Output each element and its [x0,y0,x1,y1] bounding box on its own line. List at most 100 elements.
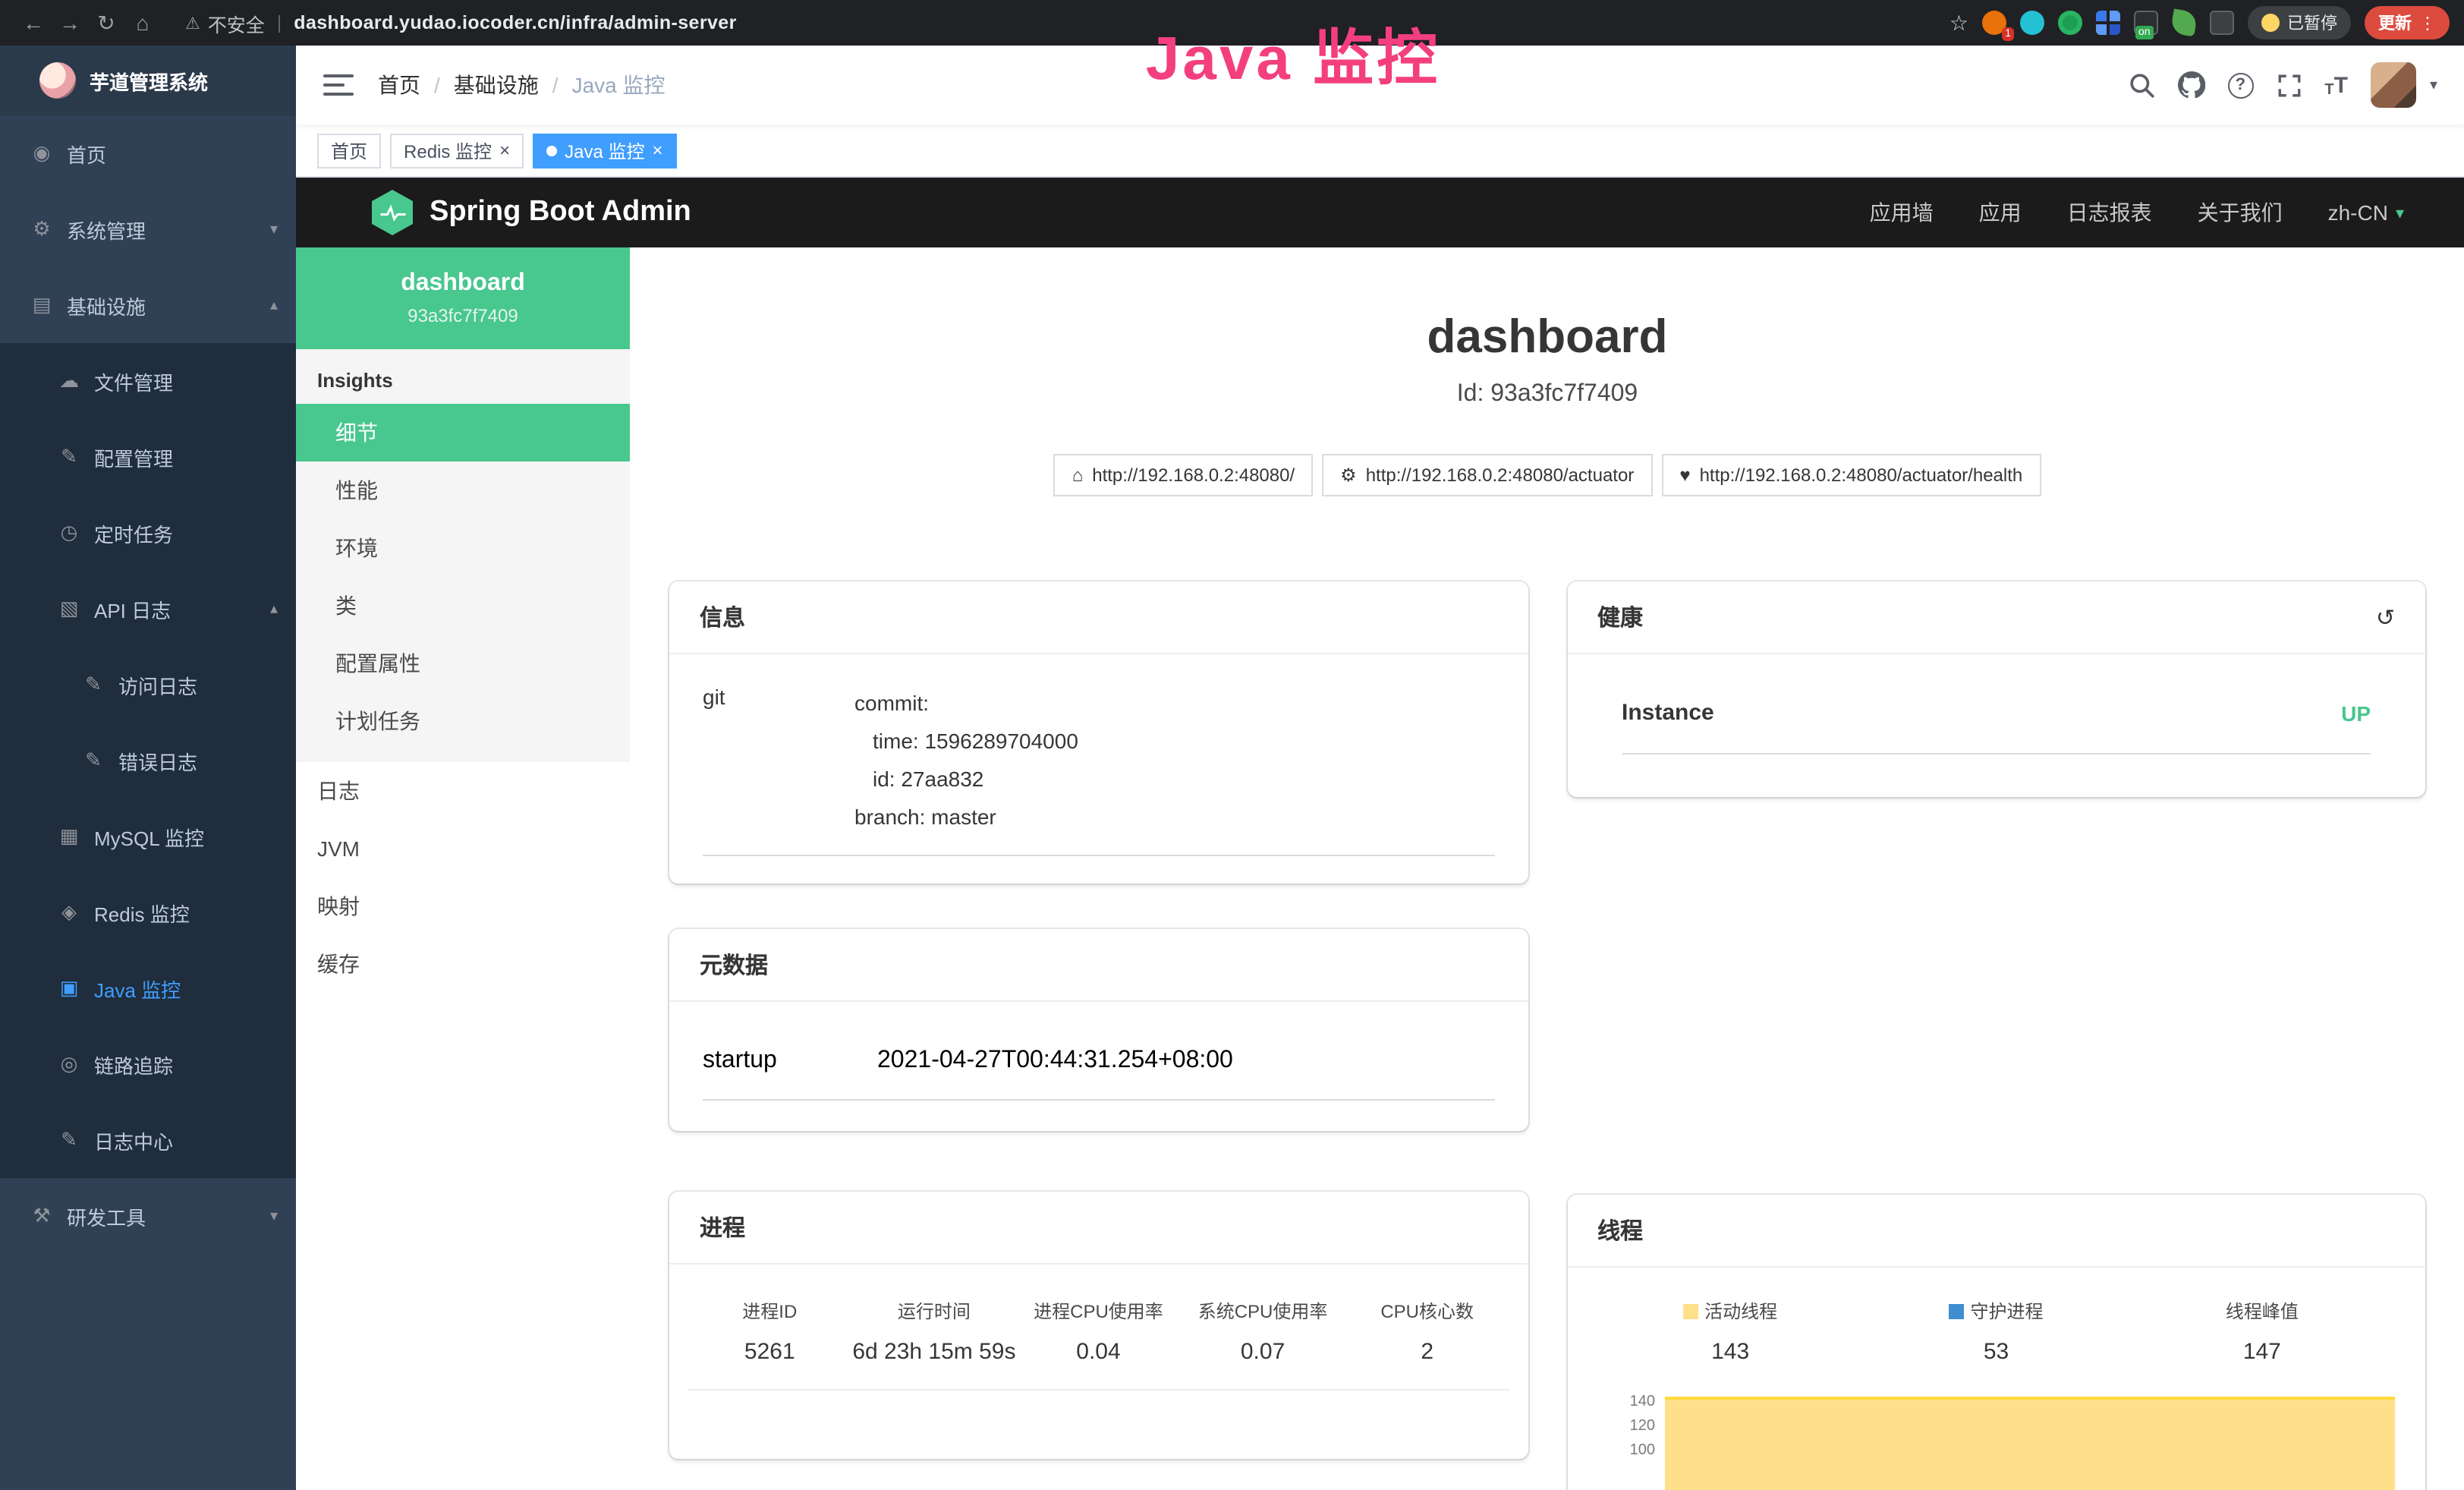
reload-icon[interactable]: ↻ [88,10,124,36]
breadcrumb-separator: / [434,73,440,97]
url-separator: | [277,12,282,33]
metadata-card: 元数据 startup 2021-04-27T00:44:31.254+08:0… [669,929,1528,1131]
extension-icon-dark[interactable]: on [2134,11,2158,35]
tag-redis-monitor[interactable]: Redis 监控 × [390,133,524,168]
extension-icon-green[interactable] [2058,11,2082,35]
extension-icon-drop[interactable] [2020,11,2044,35]
extension-icon-leaf[interactable] [2170,8,2198,36]
instance-health-link[interactable]: ♥ http://192.168.0.2:48080/actuator/heal… [1661,454,2041,496]
sidebar-item-mysql-monitor[interactable]: ▦ MySQL 监控 [0,799,296,874]
stat-value: 0.07 [1181,1339,1345,1365]
sidebar-item-config-manage[interactable]: ✎ 配置管理 [0,419,296,495]
extension-icon-orange[interactable]: 1 [1982,11,2006,35]
stat-label: 运行时间 [852,1298,1017,1324]
sba-nav-journal[interactable]: 日志报表 [2067,197,2152,228]
sba-nav-about[interactable]: 关于我们 [2198,197,2283,228]
tag-java-monitor[interactable]: Java 监控 × [533,133,676,168]
tag-home[interactable]: 首页 [317,133,381,168]
startup-key: startup [703,1047,877,1075]
instance-root-link[interactable]: ⌂ http://192.168.0.2:48080/ [1054,454,1313,496]
tools-icon: ⚒ [30,1204,53,1228]
user-avatar[interactable] [2371,62,2416,108]
sidebar-item-infra[interactable]: ▤ 基础设施 ▴ [0,267,296,343]
app-logo-row[interactable]: 芋道管理系统 [0,46,296,115]
browser-menu-icon[interactable]: ⋮ [2419,13,2436,33]
bookmark-star-icon[interactable]: ☆ [1949,10,1968,36]
process-stat: 进程ID 5261 [688,1298,852,1365]
sidebar-item-access-log[interactable]: ✎ 访问日志 [0,647,296,723]
sba-menu-jvm[interactable]: JVM [296,820,630,877]
fullscreen-icon[interactable] [2276,72,2302,98]
address-bar[interactable]: ⚠ 不安全 | dashboard.yudao.iocoder.cn/infra… [185,8,1949,37]
close-icon[interactable]: × [499,141,510,159]
sidebar-item-error-log[interactable]: ✎ 错误日志 [0,723,296,799]
git-info-row: git commit: time: 1596289704000 id: 27aa… [703,679,1494,856]
extension-icon-puzzle[interactable] [2210,11,2234,35]
back-icon[interactable]: ← [15,11,52,35]
chevron-up-icon: ▴ [270,600,278,617]
caret-down-icon[interactable]: ▾ [2430,77,2437,93]
threads-chart: 140 120 100 [1597,1383,2395,1490]
sba-brand[interactable]: Spring Boot Admin [372,190,691,235]
forward-icon[interactable]: → [52,11,88,35]
sba-menu-caches[interactable]: 缓存 [296,935,630,993]
search-icon[interactable] [2129,72,2154,98]
sidebar-item-tracing[interactable]: ◎ 链路追踪 [0,1026,296,1102]
sidebar-item-system[interactable]: ⚙ 系统管理 ▾ [0,191,296,267]
breadcrumb-home[interactable]: 首页 [378,70,420,100]
profile-paused-pill[interactable]: 已暂停 [2248,6,2351,39]
sba-menu-scheduled-tasks[interactable]: 计划任务 [296,692,630,750]
gear-icon: ⚙ [30,217,53,241]
sba-nav-applications[interactable]: 应用 [1979,197,2022,228]
sidebar-item-label: 访问日志 [118,670,197,699]
stat-label: 活动线程 [1597,1298,1863,1324]
chevron-up-icon: ▴ [270,297,278,313]
update-button[interactable]: 更新 ⋮ [2365,6,2450,39]
sidebar-item-devtools[interactable]: ⚒ 研发工具 ▾ [0,1178,296,1254]
locale-select[interactable]: zh-CN ▾ [2328,200,2404,225]
close-icon[interactable]: × [652,141,662,159]
help-icon[interactable]: ? [2227,72,2253,98]
sidebar-item-java-monitor[interactable]: ▣ Java 监控 [0,950,296,1026]
font-size-icon[interactable]: TT [2324,72,2348,98]
threads-card: 线程 活动线程 143 [1567,1195,2425,1490]
annotation-text: Java 监控 [1146,9,1440,97]
active-dot [546,145,557,156]
cloud-icon: ☁ [58,369,80,393]
chevron-down-icon: ▾ [2396,203,2404,222]
sba-menu-classes[interactable]: 类 [296,577,630,635]
profile-emoji-icon [2261,14,2280,32]
sidebar-item-redis-monitor[interactable]: ◈ Redis 监控 [0,874,296,950]
sidebar-item-home[interactable]: ◉ 首页 [0,115,296,191]
browser-toolbar-right: ☆ 1 on 已暂停 更新 ⋮ [1949,6,2450,39]
sba-menu-details[interactable]: 细节 [296,404,630,461]
home-nav-icon[interactable]: ⌂ [124,11,161,35]
sidebar-item-cron-job[interactable]: ◷ 定时任务 [0,495,296,571]
sba-menu-config-props[interactable]: 配置属性 [296,635,630,692]
paused-label: 已暂停 [2287,11,2337,35]
sidebar-item-label: 日志中心 [94,1126,173,1155]
sba-menu-performance[interactable]: 性能 [296,461,630,519]
github-icon[interactable] [2177,71,2204,99]
sidebar-item-file-manage[interactable]: ☁ 文件管理 [0,343,296,419]
tag-label: Java 监控 [565,137,644,163]
info-card: 信息 git commit: time: 1596289704000 [669,581,1528,884]
sidebar-item-log-center[interactable]: ✎ 日志中心 [0,1102,296,1178]
extension-icon-grid[interactable] [2096,11,2120,35]
health-instance-row[interactable]: Instance UP [1622,673,2371,754]
sidebar-item-api-log[interactable]: ▧ API 日志 ▴ [0,571,296,647]
hamburger-icon[interactable] [323,74,354,96]
sba-menu-logs[interactable]: 日志 [296,762,630,820]
instance-actuator-link[interactable]: ⚙ http://192.168.0.2:48080/actuator [1322,454,1652,496]
document-icon: ✎ [82,673,105,697]
instance-header[interactable]: dashboard 93a3fc7f7409 [296,247,630,349]
git-commit-line: commit: [854,685,1078,723]
stat-label: 进程CPU使用率 [1016,1298,1181,1324]
sba-main: dashboard Id: 93a3fc7f7409 ⌂ http://192.… [630,247,2464,1490]
sba-menu-environment[interactable]: 环境 [296,519,630,577]
sba-menu-mappings[interactable]: 映射 [296,877,630,935]
history-icon[interactable]: ↺ [2376,603,2395,631]
sba-nav-wallboard[interactable]: 应用墙 [1870,197,1934,228]
extension-on-badge: on [2135,26,2154,39]
breadcrumb-section[interactable]: 基础设施 [454,70,539,100]
